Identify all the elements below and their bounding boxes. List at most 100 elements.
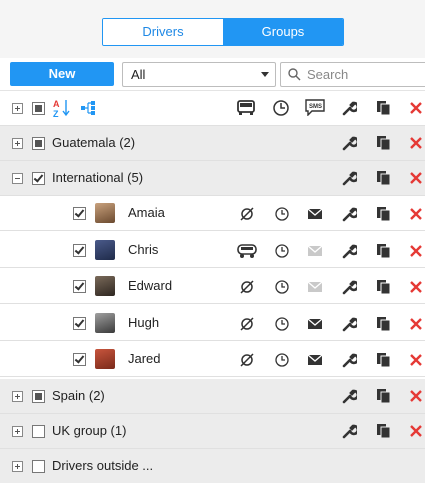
settings-icon[interactable] — [341, 316, 357, 332]
history-icon[interactable] — [274, 352, 290, 368]
group-row-international[interactable]: International (5) — [0, 161, 425, 196]
message-icon[interactable] — [307, 353, 323, 367]
driver-row[interactable]: Chris — [0, 233, 425, 268]
delete-icon[interactable] — [409, 280, 423, 294]
vehicle-icon[interactable] — [236, 99, 256, 117]
driver-checkbox[interactable] — [73, 244, 86, 257]
history-icon[interactable] — [272, 99, 290, 117]
svg-text:Z: Z — [53, 109, 59, 118]
tab-groups[interactable]: Groups — [223, 19, 343, 45]
no-vehicle-icon[interactable] — [239, 279, 255, 295]
copy-icon[interactable] — [376, 388, 392, 404]
driver-row[interactable]: Hugh — [0, 306, 425, 341]
delete-icon[interactable] — [409, 317, 423, 331]
expand-icon[interactable] — [12, 138, 23, 149]
history-icon[interactable] — [274, 206, 290, 222]
expand-all-icon[interactable] — [12, 103, 23, 114]
filter-select[interactable]: All — [122, 62, 276, 87]
driver-name[interactable]: Amaia — [128, 205, 165, 221]
history-icon[interactable] — [274, 243, 290, 259]
delete-icon[interactable] — [409, 136, 423, 150]
group-checkbox[interactable] — [32, 425, 45, 438]
message-icon[interactable] — [307, 244, 323, 258]
tab-drivers[interactable]: Drivers — [103, 19, 223, 45]
driver-row[interactable]: Amaia — [0, 196, 425, 231]
driver-row[interactable]: Edward — [0, 269, 425, 304]
group-checkbox[interactable] — [32, 460, 45, 473]
no-vehicle-icon[interactable] — [239, 352, 255, 368]
search-icon — [288, 68, 301, 81]
car-icon[interactable] — [236, 243, 258, 259]
group-checkbox[interactable] — [32, 390, 45, 403]
svg-text:A: A — [53, 99, 60, 109]
group-checkbox[interactable] — [32, 172, 45, 185]
driver-checkbox[interactable] — [73, 280, 86, 293]
group-tree-icon[interactable] — [80, 99, 100, 117]
no-vehicle-icon[interactable] — [239, 206, 255, 222]
avatar — [95, 313, 115, 333]
history-icon[interactable] — [274, 279, 290, 295]
settings-icon[interactable] — [341, 388, 357, 404]
collapse-icon[interactable] — [12, 173, 23, 184]
delete-icon[interactable] — [409, 424, 423, 438]
delete-icon[interactable] — [409, 244, 423, 258]
no-vehicle-icon[interactable] — [239, 316, 255, 332]
top-bar: Drivers Groups — [0, 0, 425, 58]
driver-checkbox[interactable] — [73, 317, 86, 330]
group-label: International (5) — [52, 170, 144, 185]
settings-icon[interactable] — [341, 206, 357, 222]
group-row-drivers-outside[interactable]: Drivers outside ... — [0, 449, 425, 483]
expand-icon[interactable] — [12, 426, 23, 437]
copy-icon[interactable] — [376, 423, 392, 439]
driver-name[interactable]: Chris — [128, 242, 158, 258]
copy-icon[interactable] — [376, 316, 392, 332]
list-header-row: A Z SMS — [0, 91, 425, 126]
message-icon[interactable] — [307, 207, 323, 221]
group-row-spain[interactable]: Spain (2) — [0, 379, 425, 414]
message-icon[interactable] — [307, 317, 323, 331]
settings-icon[interactable] — [341, 352, 357, 368]
view-switch: Drivers Groups — [102, 18, 344, 46]
driver-name[interactable]: Edward — [128, 278, 172, 294]
copy-icon[interactable] — [376, 206, 392, 222]
new-button[interactable]: New — [10, 62, 114, 86]
copy-icon[interactable] — [376, 352, 392, 368]
copy-icon[interactable] — [376, 100, 392, 116]
settings-icon[interactable] — [341, 170, 357, 186]
driver-checkbox[interactable] — [73, 353, 86, 366]
delete-icon[interactable] — [409, 101, 423, 115]
settings-icon[interactable] — [341, 135, 357, 151]
settings-icon[interactable] — [341, 243, 357, 259]
copy-icon[interactable] — [376, 279, 392, 295]
delete-icon[interactable] — [409, 353, 423, 367]
copy-icon[interactable] — [376, 170, 392, 186]
message-icon[interactable] — [307, 280, 323, 294]
avatar — [95, 276, 115, 296]
expand-icon[interactable] — [12, 391, 23, 402]
copy-icon[interactable] — [376, 135, 392, 151]
avatar — [95, 240, 115, 260]
expand-icon[interactable] — [12, 461, 23, 472]
settings-icon[interactable] — [341, 279, 357, 295]
toolbar: New All Search — [0, 58, 425, 91]
copy-icon[interactable] — [376, 243, 392, 259]
sort-az-icon[interactable]: A Z — [52, 98, 72, 118]
history-icon[interactable] — [274, 316, 290, 332]
sms-icon[interactable]: SMS — [304, 98, 326, 116]
group-row-uk[interactable]: UK group (1) — [0, 414, 425, 449]
settings-icon[interactable] — [341, 423, 357, 439]
group-checkbox[interactable] — [32, 137, 45, 150]
delete-icon[interactable] — [409, 207, 423, 221]
avatar — [95, 203, 115, 223]
driver-name[interactable]: Jared — [128, 351, 161, 367]
search-input[interactable]: Search — [280, 62, 425, 87]
filter-select-value: All — [131, 67, 146, 82]
delete-icon[interactable] — [409, 389, 423, 403]
driver-row[interactable]: Jared — [0, 342, 425, 377]
driver-name[interactable]: Hugh — [128, 315, 159, 331]
delete-icon[interactable] — [409, 171, 423, 185]
select-all-checkbox[interactable] — [32, 102, 45, 115]
settings-icon[interactable] — [341, 100, 357, 116]
group-row-guatemala[interactable]: Guatemala (2) — [0, 126, 425, 161]
driver-checkbox[interactable] — [73, 207, 86, 220]
